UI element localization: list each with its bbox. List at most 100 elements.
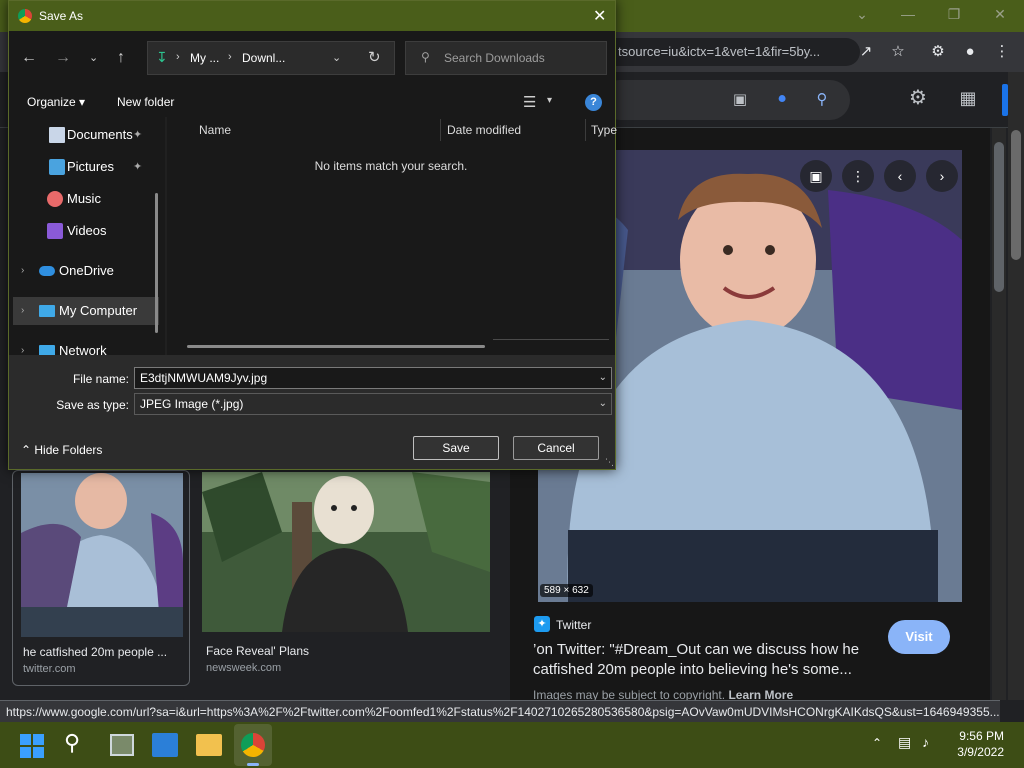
nav-item-my-computer[interactable]: › My Computer xyxy=(13,297,159,325)
page-scrollbar[interactable] xyxy=(992,128,1006,700)
source-name[interactable]: Twitter xyxy=(556,618,591,632)
nav-item-onedrive[interactable]: › OneDrive xyxy=(9,257,159,285)
nav-item-pictures[interactable]: Pictures ✦ xyxy=(9,153,159,181)
camera-search-icon[interactable]: ▣ xyxy=(730,90,750,110)
search-downloads-input[interactable]: Search Downloads xyxy=(405,41,607,75)
cancel-button[interactable]: Cancel xyxy=(513,436,599,460)
hide-folders-button[interactable]: ⌃ Hide Folders xyxy=(21,443,102,457)
videos-icon xyxy=(47,223,63,239)
path-dropdown-icon[interactable]: ⌄ xyxy=(332,51,341,64)
profile-icon[interactable]: ● xyxy=(960,42,980,62)
outer-scrollbar-thumb[interactable] xyxy=(1011,130,1021,260)
up-folder-icon[interactable]: ↑ xyxy=(117,49,125,67)
clock-time[interactable]: 9:56 PM xyxy=(952,729,1004,743)
start-button[interactable] xyxy=(20,734,44,758)
file-explorer-icon[interactable] xyxy=(196,734,222,756)
dialog-command-bar: Organize ▾ New folder ☰ ▾ ? xyxy=(9,87,615,117)
result-photo-svg xyxy=(21,473,183,637)
widgets-icon[interactable] xyxy=(152,733,178,757)
save-as-type-select[interactable]: JPEG Image (*.jpg) ⌄ xyxy=(134,393,612,415)
column-separator[interactable] xyxy=(440,119,441,141)
save-as-type-value: JPEG Image (*.jpg) xyxy=(140,397,244,411)
expand-chevron-icon[interactable]: › xyxy=(21,297,24,325)
task-view-icon[interactable] xyxy=(110,734,134,756)
dialog-close-icon[interactable]: ✕ xyxy=(593,6,606,26)
expand-chevron-icon[interactable]: › xyxy=(21,257,24,285)
google-search-box[interactable]: ▣ ⚫ ⚲ xyxy=(600,80,850,120)
search-icon[interactable]: ⚲ xyxy=(812,90,832,110)
breadcrumb-separator-icon: › xyxy=(228,51,232,63)
horizontal-scrollbar[interactable] xyxy=(187,345,485,348)
save-button[interactable]: Save xyxy=(413,436,499,460)
taskbar: ⚲ ⌃ ▤ ♪ 9:56 PM 3/9/2022 xyxy=(0,722,1024,768)
resize-grip-icon[interactable]: ⋱ xyxy=(605,457,614,468)
share-icon[interactable]: ↗ xyxy=(856,42,876,62)
search-taskbar-icon[interactable]: ⚲ xyxy=(64,730,80,756)
restore-icon[interactable]: ❐ xyxy=(944,6,964,23)
pictures-icon xyxy=(49,159,65,175)
close-window-icon[interactable]: ✕ xyxy=(990,6,1010,23)
image-dimensions: 589 × 632 xyxy=(540,584,593,597)
result-card[interactable]: Face Reveal' Plans newsweek.com xyxy=(202,470,492,686)
pin-icon: ✦ xyxy=(133,161,143,173)
preview-title-line2[interactable]: catfished 20m people into believing he's… xyxy=(533,661,852,678)
result-title[interactable]: he catfished 20m people ... xyxy=(23,645,183,659)
outer-scrollbar[interactable] xyxy=(1008,72,1024,700)
dialog-titlebar[interactable]: Save As ✕ xyxy=(9,1,615,31)
address-path-box[interactable]: ↧ › My ... › Downl... ⌄ ↻ xyxy=(147,41,395,75)
view-dropdown-icon[interactable]: ▾ xyxy=(547,95,552,106)
result-card[interactable]: he catfished 20m people ... twitter.com xyxy=(12,470,190,686)
visit-button[interactable]: Visit xyxy=(888,620,950,654)
volume-icon[interactable]: ♪ xyxy=(922,734,929,750)
nav-item-label: Videos xyxy=(67,223,107,238)
scrollbar-thumb[interactable] xyxy=(994,142,1004,292)
column-header-type[interactable]: Type xyxy=(591,123,617,137)
settings-gear-icon[interactable]: ⚙ xyxy=(908,88,928,108)
previous-image-icon[interactable]: ‹ xyxy=(884,160,916,192)
bookmark-star-icon[interactable]: ☆ xyxy=(888,42,908,62)
column-header-name[interactable]: Name xyxy=(199,123,231,137)
lens-search-icon[interactable]: ▣ xyxy=(800,160,832,192)
tray-overflow-icon[interactable]: ⌃ xyxy=(872,736,882,750)
result-title[interactable]: Face Reveal' Plans xyxy=(206,644,486,658)
minimize-icon[interactable]: — xyxy=(898,6,918,22)
view-options-icon[interactable]: ☰ xyxy=(523,93,536,111)
file-name-dropdown-icon[interactable]: ⌄ xyxy=(599,368,607,388)
file-name-input[interactable]: E3dtjNMWUAM9Jyv.jpg ⌄ xyxy=(134,367,612,389)
column-header-date-modified[interactable]: Date modified xyxy=(447,123,521,137)
menu-icon[interactable]: ⋮ xyxy=(992,42,1012,62)
column-separator[interactable] xyxy=(585,119,586,141)
nav-item-videos[interactable]: Videos xyxy=(9,217,159,245)
network-tray-icon[interactable]: ▤ xyxy=(898,734,911,751)
new-folder-button[interactable]: New folder xyxy=(117,95,174,109)
breadcrumb-my-computer[interactable]: My ... xyxy=(190,51,219,65)
nav-item-music[interactable]: Music xyxy=(9,185,159,213)
forward-arrow-icon[interactable]: → xyxy=(55,49,71,67)
nav-item-network[interactable]: › Network xyxy=(9,337,159,355)
apps-grid-icon[interactable]: ▦ xyxy=(958,88,978,108)
tab-search-icon[interactable]: ⌄ xyxy=(852,6,872,23)
recent-locations-icon[interactable]: ⌄ xyxy=(89,51,98,64)
documents-icon xyxy=(49,127,65,143)
nav-item-documents[interactable]: Documents ✦ xyxy=(9,121,159,149)
breadcrumb-downloads[interactable]: Downl... xyxy=(242,51,285,65)
refresh-icon[interactable]: ↻ xyxy=(368,48,381,66)
extensions-icon[interactable]: ⚙ xyxy=(928,42,948,62)
save-as-dialog: Save As ✕ ← → ⌄ ↑ ↧ › My ... › Downl... … xyxy=(8,0,617,470)
save-type-dropdown-icon[interactable]: ⌄ xyxy=(599,394,607,414)
clock-date[interactable]: 3/9/2022 xyxy=(952,745,1004,759)
dialog-navigation-bar: ← → ⌄ ↑ ↧ › My ... › Downl... ⌄ ↻ Search… xyxy=(9,31,615,87)
address-bar[interactable]: tsource=iu&ictx=1&vet=1&fir=5by... xyxy=(600,38,860,66)
expand-chevron-icon[interactable]: › xyxy=(21,337,24,355)
music-icon xyxy=(47,191,63,207)
organize-button[interactable]: Organize ▾ xyxy=(27,95,85,109)
help-icon[interactable]: ? xyxy=(585,94,602,111)
voice-search-icon[interactable]: ⚫ xyxy=(772,90,792,110)
back-arrow-icon[interactable]: ← xyxy=(21,49,37,67)
nav-pane-scrollbar[interactable] xyxy=(155,193,158,333)
more-options-icon[interactable]: ⋮ xyxy=(842,160,874,192)
nav-item-label: Network xyxy=(59,343,107,355)
chrome-taskbar-button[interactable] xyxy=(234,724,272,766)
next-image-icon[interactable]: › xyxy=(926,160,958,192)
preview-title-line1[interactable]: ’on Twitter: "#Dream_Out can we discuss … xyxy=(533,641,859,658)
